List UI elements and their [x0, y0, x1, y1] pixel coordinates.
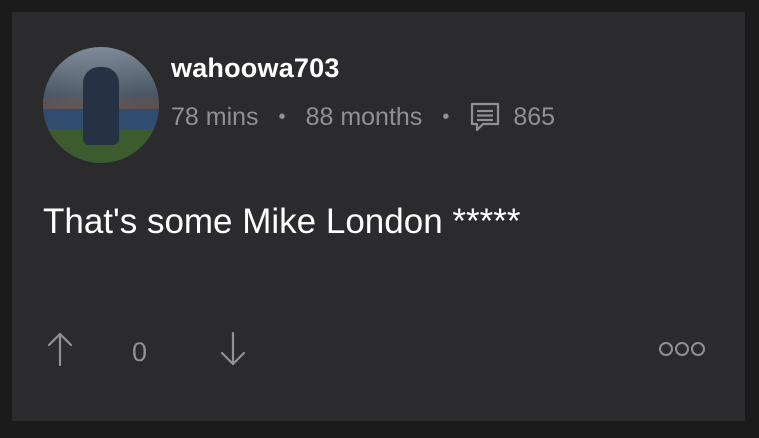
avatar-player — [83, 67, 119, 145]
more-options-icon[interactable] — [658, 341, 706, 357]
avatar[interactable] — [43, 47, 159, 163]
comment-icon — [471, 102, 500, 132]
username[interactable]: wahoowa703 — [171, 53, 340, 84]
comment-count: 865 — [513, 102, 556, 131]
post-card: wahoowa703 78 mins • 88 months • 865 Tha… — [12, 12, 745, 421]
post-actions: 0 — [12, 327, 745, 377]
separator-dot: • — [278, 105, 286, 128]
separator-dot: • — [442, 105, 450, 128]
member-since: 88 months — [305, 102, 423, 131]
post-body: That's some Mike London ***** — [43, 202, 521, 241]
post-meta: 78 mins • 88 months • 865 — [171, 101, 555, 133]
arrow-up-icon[interactable] — [45, 331, 75, 367]
vote-count: 0 — [132, 337, 148, 367]
time-posted: 78 mins — [171, 102, 259, 131]
arrow-down-icon[interactable] — [218, 331, 248, 367]
